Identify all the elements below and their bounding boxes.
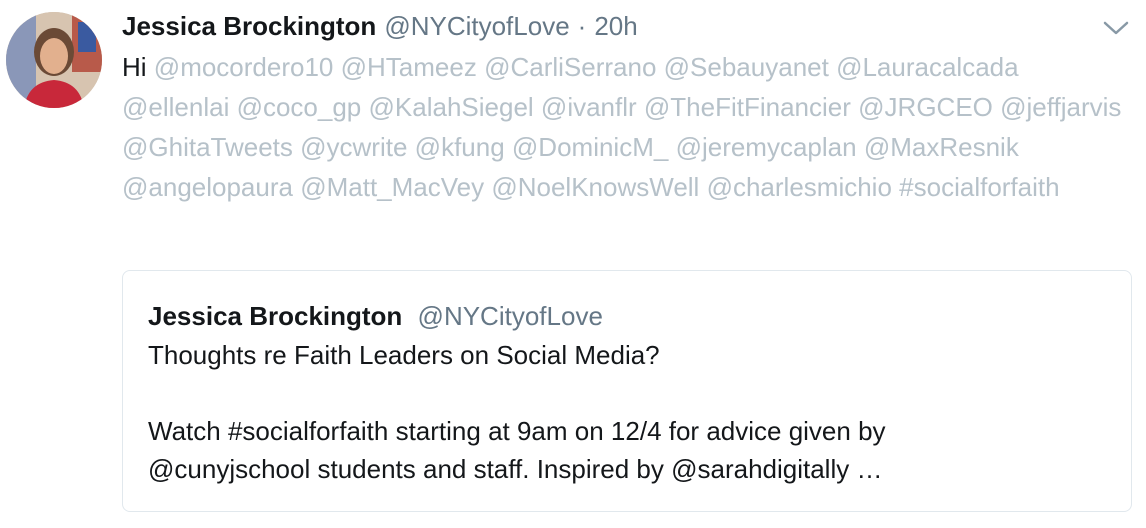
chevron-down-icon[interactable] [1102, 18, 1130, 38]
mention-link[interactable]: @coco_gp [237, 92, 362, 122]
quoted-text-line: Watch #socialforfaith starting at 9am on… [148, 416, 886, 446]
hashtag-link[interactable]: #socialforfaith [899, 172, 1059, 202]
mention-link[interactable]: @angelopaura [122, 172, 293, 202]
mention-link[interactable]: @ivanflr [541, 92, 637, 122]
mention-link[interactable]: @ycwrite [300, 132, 407, 162]
mention-link[interactable]: @MaxResnik [864, 132, 1019, 162]
mention-link[interactable]: @jeffjarvis [1000, 92, 1121, 122]
tweet-timestamp[interactable]: 20h [594, 8, 637, 44]
mention-link[interactable]: @TheFitFinancier [644, 92, 851, 122]
quoted-tweet[interactable]: Jessica Brockington @NYCityofLove Though… [122, 270, 1132, 512]
profile-photo-icon [6, 12, 102, 108]
mention-link[interactable]: @jeremycaplan [676, 132, 857, 162]
author-avatar[interactable] [6, 12, 102, 108]
mention-link[interactable]: @mocordero10 [154, 52, 334, 82]
author-handle[interactable]: @NYCityofLove [384, 8, 569, 44]
mention-link[interactable]: @DominicM_ [512, 132, 668, 162]
mention-link[interactable]: @NoelKnowsWell [491, 172, 699, 202]
mention-link[interactable]: @JRGCEO [858, 92, 993, 122]
mention-link[interactable]: @CarliSerrano [484, 52, 656, 82]
mention-link[interactable]: @kfung [415, 132, 505, 162]
quoted-text-line: @cunyjschool students and staff. Inspire… [148, 454, 883, 484]
quoted-tweet-header: Jessica Brockington @NYCityofLove [148, 298, 603, 334]
tweet-header: Jessica Brockington @NYCityofLove · 20h [122, 8, 638, 44]
quoted-text-line: Thoughts re Faith Leaders on Social Medi… [148, 340, 660, 370]
mention-link[interactable]: @Matt_MacVey [300, 172, 484, 202]
mention-link[interactable]: @ellenlai [122, 92, 229, 122]
mention-link[interactable]: @HTameez [341, 52, 477, 82]
quoted-tweet-text: Thoughts re Faith Leaders on Social Medi… [148, 336, 1108, 488]
mention-link[interactable]: @charlesmichio [707, 172, 892, 202]
tweet-card: Jessica Brockington @NYCityofLove · 20h … [0, 0, 1146, 528]
mention-link[interactable]: @GhitaTweets [122, 132, 293, 162]
author-name[interactable]: Jessica Brockington [122, 8, 376, 44]
tweet-text: Hi @mocordero10 @HTameez @CarliSerrano @… [122, 47, 1132, 207]
mention-link[interactable]: @KalahSiegel [369, 92, 534, 122]
quoted-author-name: Jessica Brockington [148, 301, 403, 331]
separator-dot: · [577, 11, 587, 41]
greeting-text: Hi [122, 52, 147, 82]
quoted-author-handle: @NYCityofLove [417, 301, 603, 331]
mention-link[interactable]: @Sebauyanet [664, 52, 829, 82]
mention-link[interactable]: @Lauracalcada [836, 52, 1019, 82]
